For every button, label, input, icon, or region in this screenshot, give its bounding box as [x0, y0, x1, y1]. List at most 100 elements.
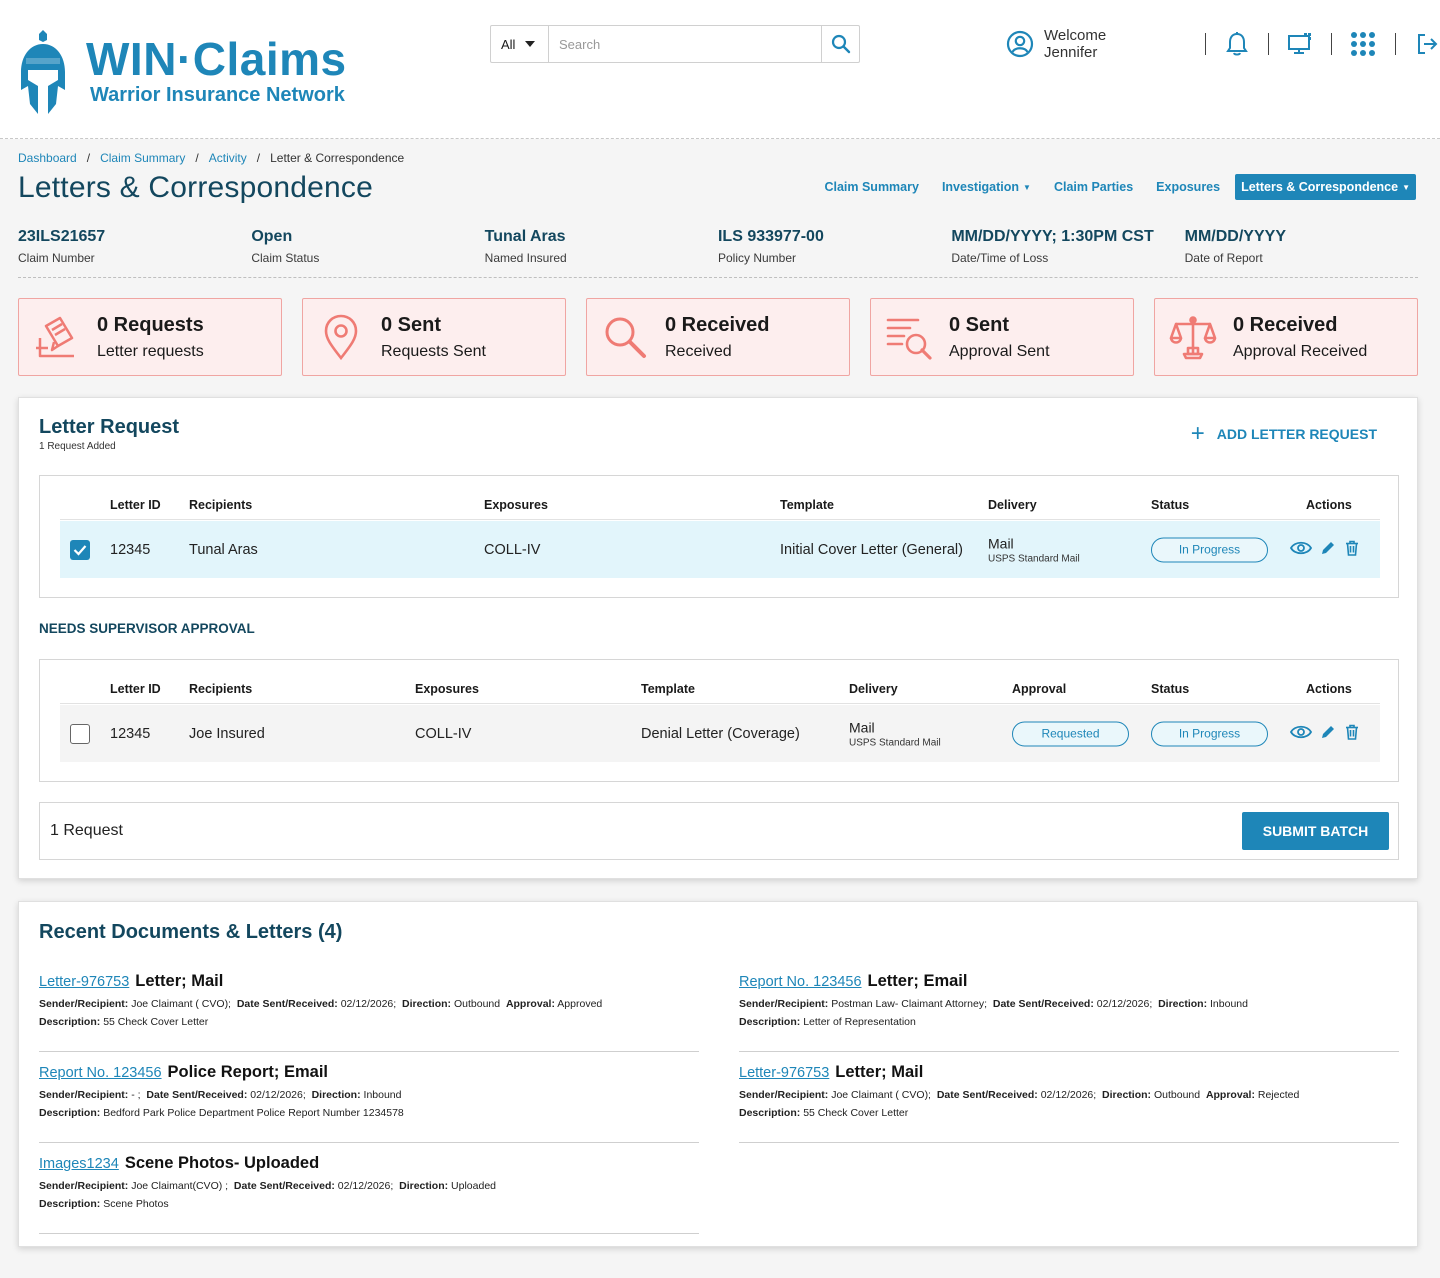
stat-count: 0 Received: [665, 313, 770, 336]
stat-count: 0 Received: [1233, 313, 1338, 336]
bell-icon[interactable]: [1224, 30, 1250, 58]
delete-trash-icon[interactable]: [1344, 724, 1360, 744]
brand-logo[interactable]: WIN·Claims Warrior Insurance Network: [18, 28, 347, 116]
meta-label: Description:: [739, 1016, 801, 1028]
meta-label: Date Sent/Received:: [233, 1180, 335, 1192]
delete-trash-icon[interactable]: [1344, 540, 1360, 560]
stat-card-requests-sent[interactable]: 0 Sent Requests Sent: [302, 298, 566, 376]
claim-info-label: Named Insured: [484, 251, 567, 265]
description-text: Bedford Park Police Department Police Re…: [103, 1107, 404, 1119]
tab-claim-parties[interactable]: Claim Parties: [1046, 174, 1141, 200]
approval-badge: Requested: [1012, 721, 1129, 746]
row-checkbox[interactable]: [70, 539, 90, 560]
cell-letter-id: 12345: [110, 725, 151, 742]
spartan-helmet-icon: [21, 30, 65, 114]
meta-label: Approval:: [1205, 1089, 1255, 1101]
monitor-icon[interactable]: [1287, 30, 1313, 58]
search-scope-select[interactable]: All: [491, 26, 549, 62]
document-type: Scene Photos- Uploaded: [124, 1154, 320, 1172]
meta-direction: Outbound: [453, 998, 501, 1010]
header-divider: [1331, 33, 1333, 55]
view-eye-icon[interactable]: [1289, 541, 1313, 559]
page-title: Letters & Correspondence: [18, 171, 374, 204]
cell-delivery: Mail USPS Standard Mail: [988, 535, 1080, 564]
caret-down-icon: [525, 41, 536, 47]
description-text: Letter of Representation: [803, 1016, 916, 1028]
search-input[interactable]: [549, 26, 821, 62]
meta-sender: - ;: [131, 1089, 141, 1101]
document-meta: Sender/Recipient: Joe Claimant ( CVO); D…: [39, 998, 699, 1010]
document-meta: Sender/Recipient: Postman Law- Claimant …: [739, 998, 1399, 1010]
search-scope-value: All: [501, 36, 516, 52]
stat-card-approval-received[interactable]: 0 Received Approval Received: [1154, 298, 1418, 376]
stat-count: 0 Sent: [381, 313, 442, 336]
stat-card-letter-requests[interactable]: 0 Requests Letter requests: [18, 298, 282, 376]
breadcrumb: Dashboard / Claim Summary / Activity / Lett…: [18, 151, 404, 165]
add-letter-request-button[interactable]: + ADD LETTER REQUEST: [1191, 422, 1377, 446]
caret-down-icon: ▼: [1402, 182, 1410, 192]
col-exposures: Exposures: [484, 498, 548, 512]
apps-grid-icon[interactable]: [1350, 30, 1376, 58]
header-divider: [1268, 33, 1270, 55]
stat-card-received[interactable]: 0 Received Received: [586, 298, 850, 376]
document-description: Description: 55 Check Cover Letter: [39, 1016, 699, 1028]
document-item: Images1234 Scene Photos- Uploaded Sender/…: [39, 1154, 699, 1234]
document-link[interactable]: Letter-976753: [39, 974, 129, 990]
meta-label: Sender/Recipient:: [739, 998, 829, 1010]
welcome-text: Welcome Jennifer: [1044, 27, 1107, 61]
cell-exposures: COLL-IV: [484, 541, 541, 558]
meta-label: Date Sent/Received:: [936, 1089, 1038, 1101]
document-type: Letter; Email: [867, 972, 968, 990]
document-item: Report No. 123456 Police Report; Email Se…: [39, 1063, 699, 1143]
document-description: Description: Bedford Park Police Departm…: [39, 1107, 699, 1119]
edit-document-icon: [29, 309, 85, 365]
cell-recipients: Tunal Aras: [189, 541, 258, 558]
stat-label: Approval Received: [1233, 342, 1368, 360]
stat-count: 0 Sent: [949, 313, 1010, 336]
document-link[interactable]: Letter-976753: [739, 1065, 829, 1081]
batch-count: 1 Request: [50, 822, 123, 839]
breadcrumb-current: Letter & Correspondence: [270, 151, 405, 165]
table-row[interactable]: 12345 Joe Insured COLL-IV Denial Letter …: [60, 705, 1380, 762]
document-item: Report No. 123456 Letter; Email Sender/Re…: [739, 972, 1399, 1052]
tab-letters-correspondence[interactable]: Letters & Correspondence ▼: [1235, 174, 1416, 200]
meta-label: Date Sent/Received:: [992, 998, 1094, 1010]
col-status: Status: [1151, 682, 1190, 696]
breadcrumb-activity[interactable]: Activity: [209, 151, 247, 165]
breadcrumb-claim-summary[interactable]: Claim Summary: [100, 151, 185, 165]
user-avatar-icon[interactable]: [1006, 30, 1034, 58]
tab-investigation[interactable]: Investigation ▼: [934, 174, 1039, 200]
tab-claim-summary[interactable]: Claim Summary: [816, 174, 926, 200]
meta-sender: Joe Claimant(CVO) ;: [131, 1180, 229, 1192]
document-link[interactable]: Images1234: [39, 1156, 119, 1172]
meta-label: Approval:: [505, 998, 555, 1010]
document-link[interactable]: Report No. 123456: [39, 1065, 162, 1081]
meta-sender: Postman Law- Claimant Attorney;: [831, 998, 988, 1010]
logout-icon[interactable]: [1414, 30, 1440, 58]
delivery-detail: USPS Standard Mail: [988, 553, 1080, 564]
header-divider: [1204, 33, 1206, 55]
col-letter-id: Letter ID: [110, 498, 161, 512]
view-eye-icon[interactable]: [1289, 725, 1313, 743]
meta-direction: Uploaded: [451, 1180, 496, 1192]
search-icon: [831, 34, 850, 54]
row-checkbox[interactable]: [70, 723, 90, 744]
claim-number: 23ILS21657 Claim Number: [18, 228, 251, 277]
breadcrumb-dashboard[interactable]: Dashboard: [18, 151, 77, 165]
submit-batch-button[interactable]: SUBMIT BATCH: [1242, 812, 1389, 850]
meta-label: Description:: [39, 1016, 101, 1028]
tab-exposures[interactable]: Exposures: [1148, 174, 1228, 200]
date-time-of-loss: MM/DD/YYYY; 1:30PM CST Date/Time of Loss: [951, 228, 1184, 277]
recent-documents-title: Recent Documents & Letters (4): [39, 921, 343, 943]
col-recipients: Recipients: [189, 682, 253, 696]
edit-pencil-icon[interactable]: [1320, 724, 1336, 744]
location-pin-icon: [313, 309, 369, 365]
document-type: Letter; Mail: [835, 1063, 924, 1081]
search-button[interactable]: [821, 26, 859, 62]
stat-card-approval-sent[interactable]: 0 Sent Approval Sent: [870, 298, 1134, 376]
edit-pencil-icon[interactable]: [1320, 540, 1336, 560]
col-actions: Actions: [1306, 682, 1352, 696]
scales-icon: [1165, 309, 1221, 365]
document-link[interactable]: Report No. 123456: [739, 974, 862, 990]
table-row[interactable]: 12345 Tunal Aras COLL-IV Initial Cover L…: [60, 521, 1380, 578]
